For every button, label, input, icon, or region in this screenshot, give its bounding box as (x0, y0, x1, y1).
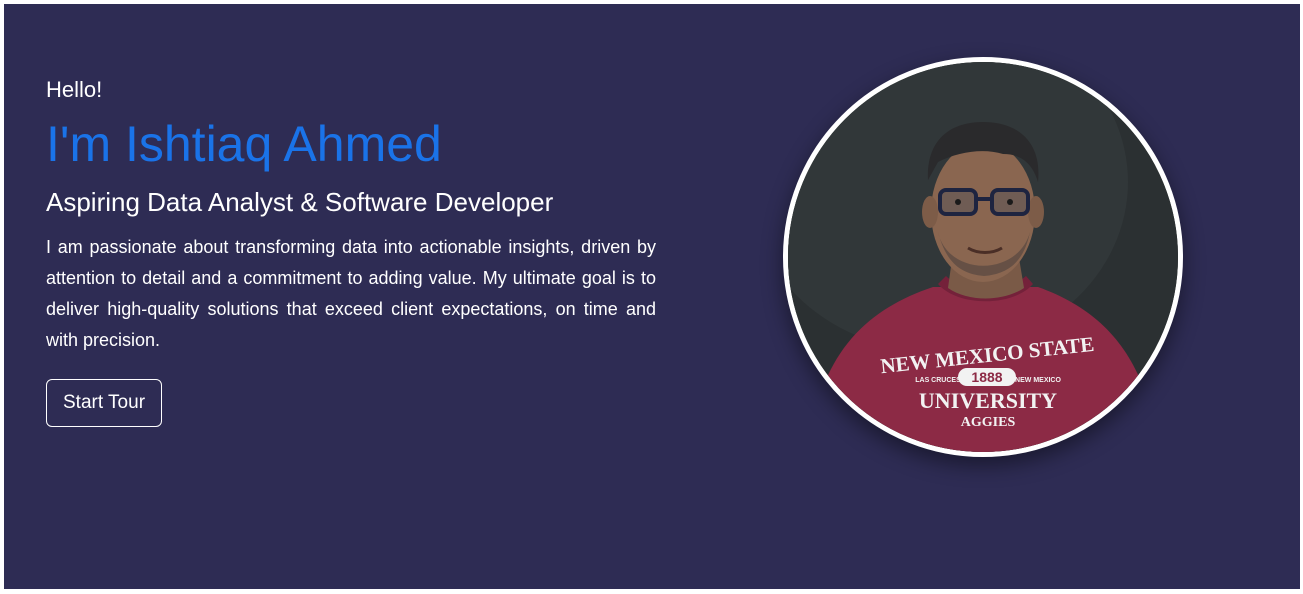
shirt-side-right-text: NEW MEXICO (1015, 377, 1061, 384)
portrait-illustration: NEW MEXICO STATE 1888 LAS CRUCES NEW MEX… (788, 62, 1178, 452)
shirt-badge-text: 1888 (971, 369, 1002, 385)
start-tour-button[interactable]: Start Tour (46, 379, 163, 427)
hero-section: Hello! I'm Ishtiaq Ahmed Aspiring Data A… (4, 4, 1300, 589)
shirt-line3-text: AGGIES (961, 415, 1016, 430)
shirt-line2-text: UNIVERSITY (919, 388, 1057, 413)
greeting-text: Hello! (46, 77, 103, 102)
shirt-side-left-text: LAS CRUCES (915, 377, 961, 384)
role-subtitle: Aspiring Data Analyst & Software Develop… (46, 187, 554, 217)
profile-photo: NEW MEXICO STATE 1888 LAS CRUCES NEW MEX… (783, 57, 1183, 457)
name-heading: I'm Ishtiaq Ahmed (46, 116, 442, 172)
intro-block: Hello! I'm Ishtiaq Ahmed Aspiring Data A… (46, 76, 656, 427)
bio-paragraph: I am passionate about transforming data … (46, 237, 656, 350)
